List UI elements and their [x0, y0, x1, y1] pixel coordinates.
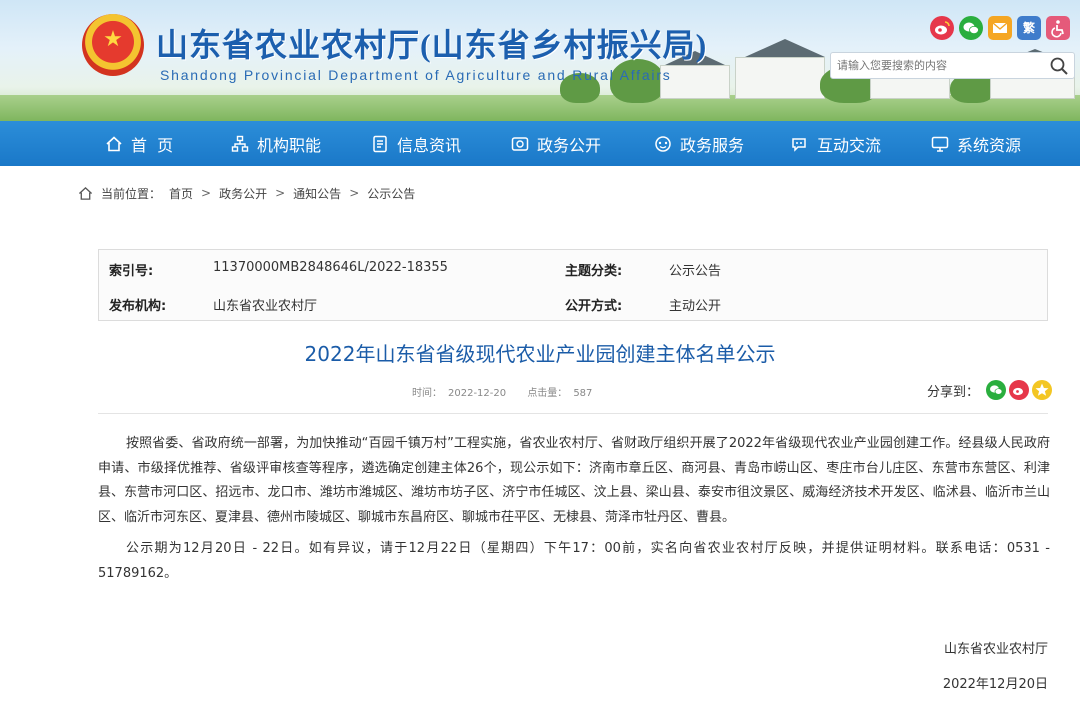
open-icon — [511, 136, 529, 151]
clicks-value: 587 — [573, 388, 593, 399]
share-wechat-icon[interactable] — [986, 380, 1007, 400]
screen-icon — [931, 136, 949, 152]
wechat-icon[interactable] — [959, 16, 983, 40]
chat-icon — [792, 137, 806, 152]
search-input[interactable] — [831, 53, 1041, 78]
breadcrumb-prefix: 当前位置： — [101, 186, 162, 201]
site-subtitle: Shandong Provincial Department of Agricu… — [160, 67, 672, 83]
publisher-label: 发布机构: — [109, 299, 167, 314]
org-icon — [231, 135, 249, 152]
site-title: 山东省农业农村厅(山东省乡村振兴局) — [156, 27, 708, 63]
nav-item-news[interactable]: 信息资讯 — [371, 121, 461, 166]
share-label: 分享到： — [927, 384, 980, 400]
nav-label: 首 页 — [131, 135, 174, 155]
search-icon[interactable] — [1049, 56, 1069, 76]
document-metadata-table: 索引号: 11370000MB2848646L/2022-18355 主题分类:… — [98, 249, 1048, 321]
topic-label: 主题分类: — [565, 264, 623, 279]
publisher-value: 山东省农业农村厅 — [213, 299, 318, 314]
document-icon — [373, 135, 387, 152]
share-qzone-icon[interactable] — [1032, 380, 1053, 400]
nav-label: 信息资讯 — [397, 135, 462, 155]
breadcrumb-notices[interactable]: 通知公告 — [293, 185, 341, 202]
nav-item-services[interactable]: 政务服务 — [654, 121, 744, 166]
main-nav: 首 页 机构职能 信息资讯 政务公开 政务服务 互动交流 系统资源 — [0, 121, 1080, 166]
home-icon — [106, 135, 122, 151]
time-label: 时间： — [412, 388, 442, 399]
breadcrumb-current[interactable]: 公示公告 — [367, 185, 415, 202]
index-value: 11370000MB2848646L/2022-18355 — [213, 260, 448, 275]
topic-value: 公示公告 — [669, 264, 722, 279]
nav-label: 互动交流 — [817, 135, 882, 155]
breadcrumb-home[interactable]: 首页 — [169, 185, 193, 202]
nav-item-organization[interactable]: 机构职能 — [231, 121, 321, 166]
divider — [98, 413, 1048, 414]
article-info: 时间： 2022-12-20 点击量： 587 — [412, 384, 598, 399]
nav-label: 政务服务 — [680, 135, 745, 155]
nav-item-resources[interactable]: 系统资源 — [931, 121, 1021, 166]
home-icon — [78, 186, 93, 200]
article-signature: 山东省农业农村厅 — [943, 642, 1048, 657]
search-box — [830, 52, 1075, 79]
nav-label: 机构职能 — [257, 135, 322, 155]
index-label: 索引号: — [109, 264, 154, 279]
article-paragraph-2: 公示期为12月20日 - 22日。如有异议，请于12月22日（星期四）下午17：… — [98, 541, 1050, 581]
article-paragraph-1: 按照省委、省政府统一部署，为加快推动“百园千镇万村”工程实施，省农业农村厅、省财… — [98, 436, 1050, 525]
nav-item-home[interactable]: 首 页 — [105, 121, 173, 166]
share-weibo-icon[interactable] — [1009, 380, 1030, 400]
breadcrumb-separator: > — [349, 186, 360, 200]
nav-item-interaction[interactable]: 互动交流 — [791, 121, 881, 166]
breadcrumb: 当前位置： 首页 > 政务公开 > 通知公告 > 公示公告 — [78, 184, 415, 202]
clicks-label: 点击量： — [527, 388, 568, 399]
share-bar: 分享到： — [927, 380, 1053, 400]
article-sign-date: 2022年12月20日 — [942, 677, 1048, 692]
traditional-chinese-button[interactable]: 繁 — [1017, 16, 1041, 40]
disclosure-label: 公开方式: — [565, 299, 623, 314]
service-icon — [655, 135, 671, 152]
disclosure-value: 主动公开 — [669, 299, 722, 314]
breadcrumb-separator: > — [275, 186, 286, 200]
mail-icon[interactable] — [988, 16, 1012, 40]
weibo-icon[interactable] — [930, 16, 954, 40]
accessibility-icon[interactable] — [1046, 16, 1070, 40]
nav-label: 政务公开 — [537, 135, 602, 155]
nav-item-government-affairs[interactable]: 政务公开 — [511, 121, 601, 166]
time-value: 2022-12-20 — [448, 388, 507, 399]
header-banner: ★ 山东省农业农村厅(山东省乡村振兴局) Shandong Provincial… — [0, 0, 1080, 121]
breadcrumb-government-affairs[interactable]: 政务公开 — [219, 185, 267, 202]
article-title: 2022年山东省省级现代农业产业园创建主体名单公示 — [304, 342, 776, 366]
breadcrumb-separator: > — [201, 186, 212, 200]
national-emblem-icon: ★ — [82, 14, 144, 76]
nav-label: 系统资源 — [957, 135, 1022, 155]
